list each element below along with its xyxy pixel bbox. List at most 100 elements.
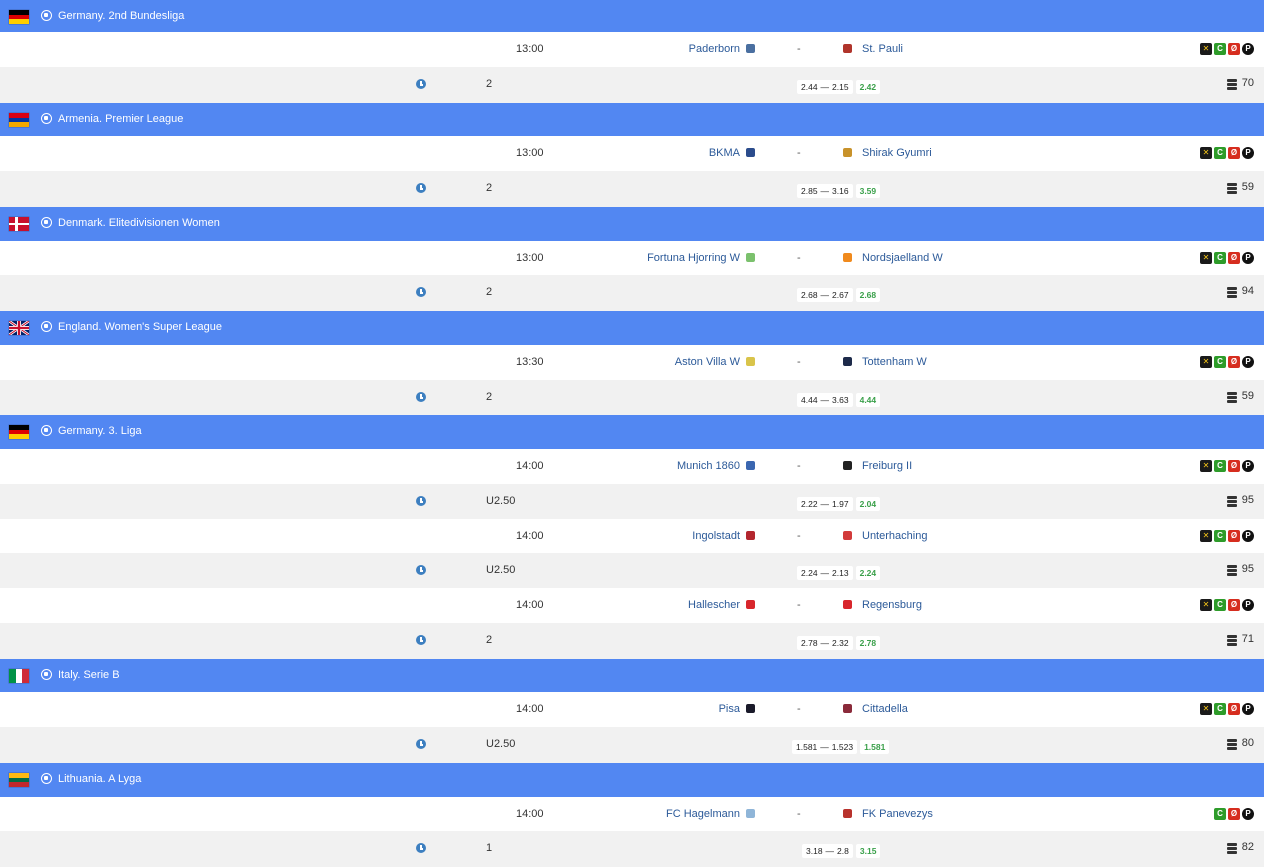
match-row[interactable]: 14:00 Pisa - Cittadella ✕ C Ø P — [0, 692, 1264, 726]
odds-current[interactable]: 2.68 — [855, 288, 881, 302]
match-row[interactable]: 14:00 FC Hagelmann - FK Panevezys C Ø P — [0, 797, 1264, 831]
bookmaker-b1-icon[interactable]: ✕ — [1200, 147, 1212, 159]
odds-current[interactable]: 2.42 — [855, 80, 881, 94]
league-header[interactable]: Italy. Serie B — [0, 659, 1264, 693]
league-header[interactable]: Germany. 3. Liga — [0, 415, 1264, 449]
odds-current[interactable]: 4.44 — [855, 393, 881, 407]
bookmaker-b1-icon[interactable]: ✕ — [1200, 703, 1212, 715]
bookmaker-b2-icon[interactable]: C — [1214, 43, 1226, 55]
odds-current[interactable]: 1.581 — [860, 740, 890, 754]
odds-current[interactable]: 2.24 — [855, 566, 881, 580]
match-row[interactable]: 14:00 Ingolstadt - Unterhaching ✕ C Ø P — [0, 519, 1264, 553]
bookmaker-b2-icon[interactable]: C — [1214, 460, 1226, 472]
bookmaker-b4-icon[interactable]: P — [1242, 599, 1254, 611]
bookmaker-b3-icon[interactable]: Ø — [1228, 356, 1240, 368]
home-team-name[interactable]: Ingolstadt — [692, 530, 740, 542]
match-row[interactable]: 13:30 Aston Villa W - Tottenham W ✕ C Ø P — [0, 345, 1264, 379]
away-team-name[interactable]: Shirak Gyumri — [862, 147, 932, 159]
odds-current[interactable]: 3.59 — [855, 184, 881, 198]
clock-icon[interactable] — [416, 79, 426, 89]
match-row[interactable]: 14:00 Munich 1860 - Freiburg II ✕ C Ø P — [0, 449, 1264, 483]
bookmaker-b2-icon[interactable]: C — [1214, 808, 1226, 820]
clock-icon[interactable] — [416, 392, 426, 402]
league-header[interactable]: Armenia. Premier League — [0, 103, 1264, 137]
bookmaker-b4-icon[interactable]: P — [1242, 460, 1254, 472]
league-header[interactable]: England. Women's Super League — [0, 311, 1264, 345]
odds-row[interactable]: 2 2.78—2.32 2.78 71 — [0, 623, 1264, 659]
league-name[interactable]: Germany. 3. Liga — [58, 425, 142, 437]
league-name[interactable]: Denmark. Elitedivisionen Women — [58, 217, 220, 229]
home-team-name[interactable]: Pisa — [719, 703, 740, 715]
clock-icon[interactable] — [416, 739, 426, 749]
bookmaker-b3-icon[interactable]: Ø — [1228, 599, 1240, 611]
bookmaker-b4-icon[interactable]: P — [1242, 530, 1254, 542]
clock-icon[interactable] — [416, 287, 426, 297]
bookmaker-b3-icon[interactable]: Ø — [1228, 460, 1240, 472]
bookmaker-b4-icon[interactable]: P — [1242, 147, 1254, 159]
away-team-name[interactable]: Nordsjaelland W — [862, 252, 943, 264]
home-team-name[interactable]: Paderborn — [689, 43, 740, 55]
home-team-name[interactable]: Aston Villa W — [675, 356, 740, 368]
bookmaker-b4-icon[interactable]: P — [1242, 356, 1254, 368]
bookmaker-b4-icon[interactable]: P — [1242, 808, 1254, 820]
bookmaker-b2-icon[interactable]: C — [1214, 703, 1226, 715]
bookmaker-b3-icon[interactable]: Ø — [1228, 43, 1240, 55]
bookmaker-b1-icon[interactable]: ✕ — [1200, 530, 1212, 542]
away-team-name[interactable]: FK Panevezys — [862, 808, 933, 820]
home-team-name[interactable]: Munich 1860 — [677, 460, 740, 472]
bookmaker-b4-icon[interactable]: P — [1242, 703, 1254, 715]
odds-row[interactable]: U2.50 2.24—2.13 2.24 95 — [0, 553, 1264, 589]
home-team-name[interactable]: BKMA — [709, 147, 740, 159]
away-team-name[interactable]: St. Pauli — [862, 43, 903, 55]
bookmaker-b1-icon[interactable]: ✕ — [1200, 252, 1212, 264]
bookmaker-b3-icon[interactable]: Ø — [1228, 147, 1240, 159]
home-team-name[interactable]: Hallescher — [688, 599, 740, 611]
bookmaker-b3-icon[interactable]: Ø — [1228, 530, 1240, 542]
match-row[interactable]: 13:00 Paderborn - St. Pauli ✕ C Ø P — [0, 32, 1264, 66]
clock-icon[interactable] — [416, 496, 426, 506]
bookmaker-b4-icon[interactable]: P — [1242, 252, 1254, 264]
match-row[interactable]: 13:00 BKMA - Shirak Gyumri ✕ C Ø P — [0, 136, 1264, 170]
bookmaker-b1-icon[interactable]: ✕ — [1200, 43, 1212, 55]
league-name[interactable]: Italy. Serie B — [58, 669, 120, 681]
odds-row[interactable]: 2 2.44—2.15 2.42 70 — [0, 67, 1264, 103]
match-row[interactable]: 13:00 Fortuna Hjorring W - Nordsjaelland W ✕… — [0, 241, 1264, 275]
odds-row[interactable]: 1 3.18—2.8 3.15 82 — [0, 831, 1264, 867]
odds-current[interactable]: 3.15 — [855, 844, 881, 858]
odds-row[interactable]: 2 2.68—2.67 2.68 94 — [0, 275, 1264, 311]
league-name[interactable]: England. Women's Super League — [58, 321, 222, 333]
match-row[interactable]: 14:00 Hallescher - Regensburg ✕ C Ø P — [0, 588, 1264, 622]
clock-icon[interactable] — [416, 183, 426, 193]
league-header[interactable]: Germany. 2nd Bundesliga — [0, 0, 1264, 34]
odds-current[interactable]: 2.78 — [855, 636, 881, 650]
home-team-name[interactable]: FC Hagelmann — [666, 808, 740, 820]
league-name[interactable]: Armenia. Premier League — [58, 113, 183, 125]
away-team-name[interactable]: Freiburg II — [862, 460, 912, 472]
league-name[interactable]: Lithuania. A Lyga — [58, 773, 141, 785]
away-team-name[interactable]: Tottenham W — [862, 356, 927, 368]
bookmaker-b2-icon[interactable]: C — [1214, 356, 1226, 368]
odds-row[interactable]: 2 4.44—3.63 4.44 59 — [0, 380, 1264, 416]
league-header[interactable]: Denmark. Elitedivisionen Women — [0, 207, 1264, 241]
bookmaker-b2-icon[interactable]: C — [1214, 252, 1226, 264]
bookmaker-b1-icon[interactable]: ✕ — [1200, 356, 1212, 368]
bookmaker-b2-icon[interactable]: C — [1214, 530, 1226, 542]
bookmaker-b4-icon[interactable]: P — [1242, 43, 1254, 55]
bookmaker-b2-icon[interactable]: C — [1214, 599, 1226, 611]
bookmaker-b1-icon[interactable]: ✕ — [1200, 460, 1212, 472]
league-header[interactable]: Lithuania. A Lyga — [0, 763, 1264, 797]
bookmaker-b3-icon[interactable]: Ø — [1228, 703, 1240, 715]
bookmaker-b1-icon[interactable]: ✕ — [1200, 599, 1212, 611]
league-name[interactable]: Germany. 2nd Bundesliga — [58, 10, 184, 22]
away-team-name[interactable]: Cittadella — [862, 703, 908, 715]
odds-row[interactable]: U2.50 1.581—1.523 1.581 80 — [0, 727, 1264, 763]
clock-icon[interactable] — [416, 843, 426, 853]
odds-row[interactable]: U2.50 2.22—1.97 2.04 95 — [0, 484, 1264, 520]
bookmaker-b3-icon[interactable]: Ø — [1228, 808, 1240, 820]
odds-current[interactable]: 2.04 — [855, 497, 881, 511]
away-team-name[interactable]: Unterhaching — [862, 530, 927, 542]
clock-icon[interactable] — [416, 565, 426, 575]
home-team-name[interactable]: Fortuna Hjorring W — [647, 252, 740, 264]
away-team-name[interactable]: Regensburg — [862, 599, 922, 611]
clock-icon[interactable] — [416, 635, 426, 645]
